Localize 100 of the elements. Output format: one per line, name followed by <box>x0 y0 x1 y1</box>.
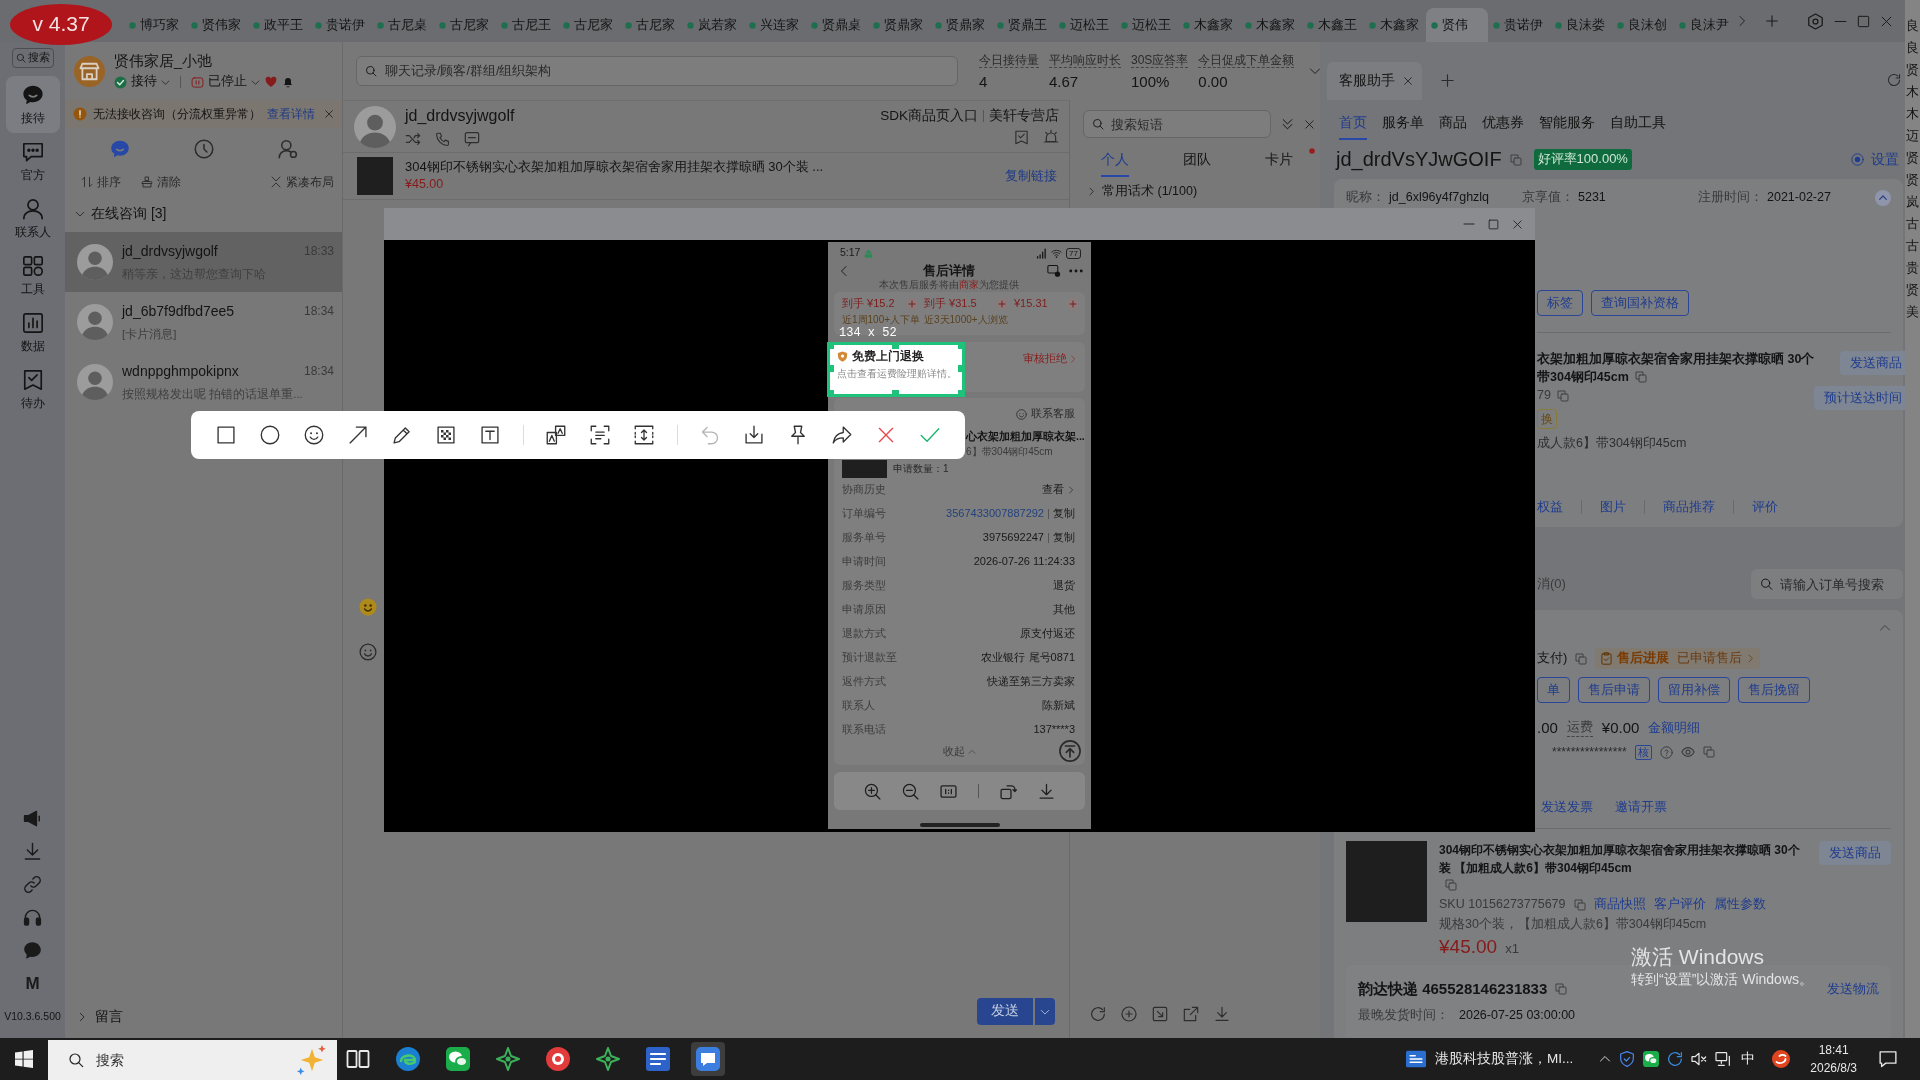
zoom-out-icon[interactable] <box>902 782 919 800</box>
amount-details-link[interactable]: 金额明细 <box>1648 719 1701 737</box>
shop-tab[interactable]: 古尼桌 <box>372 8 434 42</box>
actual-size-icon[interactable] <box>940 782 957 800</box>
shop-tab[interactable]: 贵诺伊 <box>310 8 372 42</box>
shop-tab[interactable]: 良沫创 <box>1612 8 1674 42</box>
add-icon[interactable] <box>996 297 1008 310</box>
input-app-icon[interactable] <box>1772 1050 1791 1068</box>
section-link[interactable]: 评价 <box>1752 498 1778 516</box>
reception-status-button[interactable]: 接待 <box>114 74 170 90</box>
chat-app-icon[interactable] <box>1643 1051 1660 1067</box>
network-icon[interactable] <box>1715 1051 1732 1067</box>
copy-link[interactable]: 复制链接 <box>1005 167 1057 185</box>
shop-tab[interactable]: 古尼家 <box>558 8 620 42</box>
phrase-tab[interactable]: 个人 <box>1101 152 1129 177</box>
shop-tab[interactable]: 木鑫家 <box>1364 8 1426 42</box>
headset-icon[interactable] <box>23 908 42 927</box>
circle-icon[interactable] <box>260 425 280 445</box>
close-icon[interactable] <box>324 109 334 119</box>
alarm-icon[interactable] <box>1043 129 1059 146</box>
order-action-button[interactable]: 留用补偿 <box>1658 677 1730 703</box>
bookmark-check-icon[interactable] <box>1014 129 1029 145</box>
invoice-link[interactable]: 邀请开票 <box>1615 798 1667 816</box>
shop-tab[interactable]: 贤鼎王 <box>992 8 1054 42</box>
shop-tab[interactable]: 木鑫家 <box>1240 8 1302 42</box>
verify-tag[interactable]: 核 <box>1634 744 1652 760</box>
shop-tab[interactable]: 古尼家 <box>434 8 496 42</box>
scroll-capture-icon[interactable] <box>634 425 654 445</box>
resize-handle-icon[interactable] <box>892 390 899 397</box>
megaphone-icon[interactable] <box>23 809 42 828</box>
shop-tab[interactable]: 木鑫王 <box>1302 8 1364 42</box>
tags-button[interactable]: 标签 <box>1537 290 1583 316</box>
settings-icon[interactable] <box>1807 12 1824 30</box>
eye-icon[interactable] <box>1680 745 1695 759</box>
shop-tab[interactable]: 贤鼎家 <box>868 8 930 42</box>
maximize-icon[interactable] <box>1857 14 1870 28</box>
emoji-icon[interactable] <box>304 425 324 445</box>
expand-icon[interactable] <box>1281 117 1294 131</box>
copy-icon[interactable] <box>1555 983 1568 995</box>
contact-service-link[interactable]: 联系客服 <box>1016 407 1075 421</box>
translate-icon[interactable] <box>546 425 566 445</box>
resize-handle-icon[interactable] <box>958 390 965 397</box>
phrase-tab[interactable]: 卡片 <box>1265 152 1315 177</box>
message-app-icon[interactable] <box>691 1042 725 1076</box>
section-link[interactable]: 权益 <box>1537 498 1563 516</box>
view-link[interactable]: 查看 <box>1042 483 1075 497</box>
target-app-icon[interactable] <box>546 1047 570 1071</box>
resize-handle-icon[interactable] <box>958 342 965 349</box>
close-icon[interactable] <box>1880 14 1893 28</box>
resize-handle-icon[interactable] <box>827 365 834 372</box>
shop-tab[interactable]: 贤鼎桌 <box>806 8 868 42</box>
clear-button[interactable]: 清除 <box>141 174 181 190</box>
order-action-button[interactable]: 售后申请 <box>1578 677 1650 703</box>
plus-icon[interactable] <box>1765 14 1779 28</box>
copy-icon[interactable] <box>1556 389 1569 402</box>
shop-tab[interactable]: 贵诺伊 <box>1488 8 1550 42</box>
shop-tab[interactable]: 木鑫家 <box>1178 8 1240 42</box>
taskbar-search-field[interactable]: 搜索 <box>48 1040 337 1080</box>
section-link[interactable]: 图片 <box>1600 498 1626 516</box>
shield-icon[interactable] <box>1619 1051 1636 1067</box>
nav-tab[interactable]: 服务单 <box>1382 113 1424 140</box>
resize-handle-icon[interactable] <box>827 342 834 349</box>
nav-tab[interactable]: 自助工具 <box>1610 113 1666 140</box>
sync-icon[interactable] <box>1667 1051 1684 1067</box>
close-icon[interactable] <box>1403 76 1413 86</box>
nav-tab[interactable]: 首页 <box>1339 113 1367 140</box>
arrow-icon[interactable] <box>348 425 368 445</box>
download-icon[interactable] <box>1214 1006 1230 1022</box>
message-board-toggle[interactable]: 留言 <box>65 1002 342 1032</box>
shop-tab[interactable]: 贤鼎家 <box>930 8 992 42</box>
shop-tab[interactable]: 迈松王 <box>1054 8 1116 42</box>
zoom-in-icon[interactable] <box>864 782 881 800</box>
shuffle-icon[interactable] <box>405 131 421 147</box>
copy-icon[interactable] <box>1509 153 1522 166</box>
collapse-icon[interactable] <box>1152 1006 1168 1022</box>
clock-icon[interactable] <box>194 139 214 159</box>
share-icon[interactable] <box>832 425 852 445</box>
shop-tab[interactable]: 贤伟家 <box>186 8 248 42</box>
collapse-icon[interactable] <box>1875 190 1891 206</box>
nav-tab[interactable]: 商品 <box>1439 113 1467 140</box>
send-logistics-link[interactable]: 发送物流 <box>1827 980 1879 998</box>
assistant-tab[interactable]: 客服助手 <box>1327 62 1422 100</box>
shop-tab[interactable]: 良沫娄 <box>1550 8 1612 42</box>
star-app-icon[interactable] <box>496 1047 520 1071</box>
chat-app-icon[interactable] <box>446 1047 470 1071</box>
export-icon[interactable] <box>1183 1006 1199 1022</box>
close-icon[interactable] <box>1512 218 1523 230</box>
text-recognition-icon[interactable] <box>590 425 610 445</box>
add-icon[interactable] <box>1067 297 1079 310</box>
copy-link[interactable]: 复制 <box>1053 507 1075 521</box>
nav-item[interactable]: 数据 <box>5 304 60 361</box>
sort-button[interactable]: 排序 <box>81 174 121 190</box>
clock-time[interactable]: 18:41 <box>1818 1041 1849 1059</box>
refresh-icon[interactable] <box>1887 73 1901 87</box>
nav-item[interactable]: 待办 <box>5 361 60 418</box>
section-link[interactable]: 商品推荐 <box>1663 498 1715 516</box>
compact-layout-button[interactable]: 紧凑布局 <box>270 174 334 190</box>
order-search-field[interactable]: 请输入订单号搜索 <box>1751 569 1903 599</box>
nav-item[interactable]: 官方 <box>5 133 60 190</box>
maximize-icon[interactable] <box>1488 218 1499 230</box>
